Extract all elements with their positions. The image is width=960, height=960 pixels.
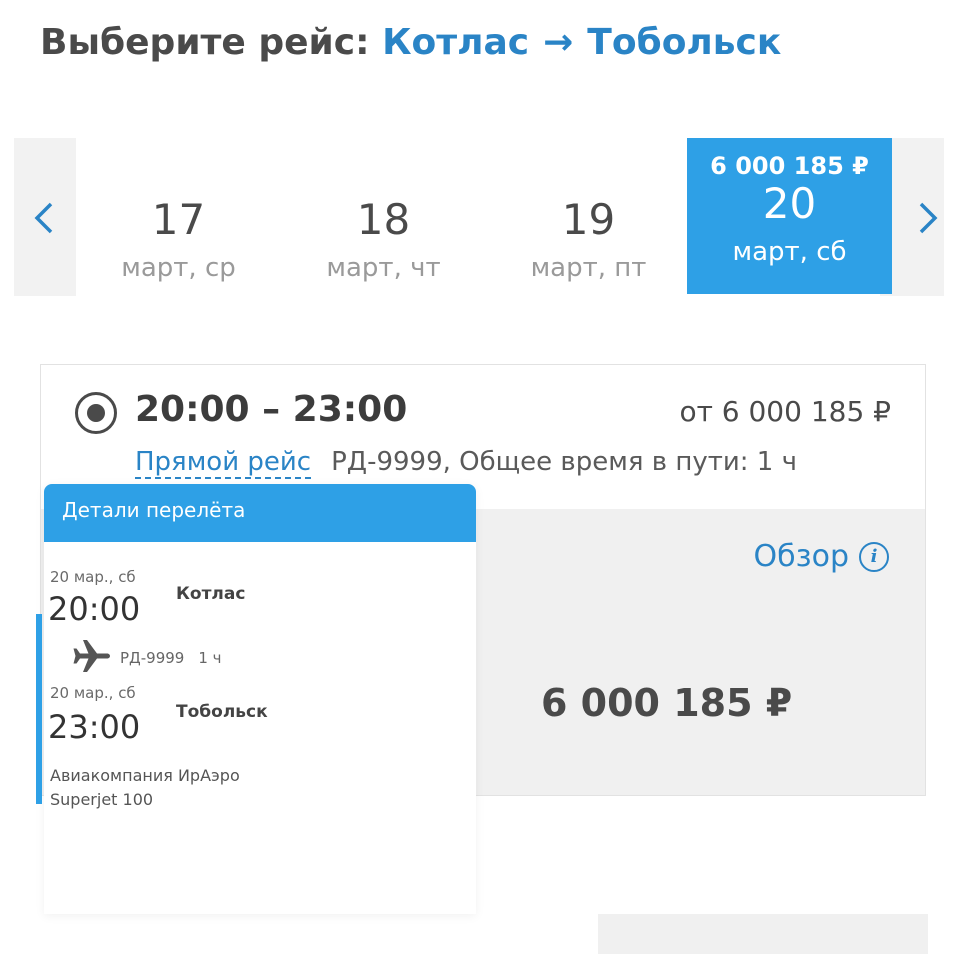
date-weekday: март, чт	[326, 253, 441, 283]
date-cell-18[interactable]: 18 март, чт	[281, 138, 486, 296]
segment-flight-number: РД-9999	[120, 649, 185, 667]
chevron-right-icon-svg	[919, 202, 938, 234]
next-card-stub	[598, 914, 928, 954]
overview-link[interactable]: Обзор i	[754, 539, 889, 574]
overview-label: Обзор	[753, 539, 849, 574]
segment-duration: 1 ч	[198, 649, 222, 667]
flight-time-range: 20:00 – 23:00	[135, 389, 408, 430]
origin-city: Котлас	[382, 22, 530, 63]
date-cells: 17 март, ср 18 март, чт 19 март, пт 6 00…	[76, 138, 892, 296]
date-price	[281, 138, 486, 178]
route-arrow-icon: →	[543, 22, 574, 63]
date-price	[486, 138, 691, 178]
arrival-city: Тобольск	[176, 702, 268, 722]
flight-details-popup: Детали перелёта 20 мар., сб 20:00 Котлас…	[36, 484, 476, 914]
destination-city: Тобольск	[587, 22, 782, 63]
date-weekday: март, ср	[121, 253, 236, 283]
direct-flight-link[interactable]: Прямой рейс	[135, 447, 312, 479]
flight-selection-page: Выберите рейс: Котлас → Тобольск 17 март, …	[0, 0, 960, 960]
date-weekday: март, пт	[530, 253, 647, 283]
flight-subline: Прямой рейс РД-9999, Общее время в пути: …	[135, 447, 797, 479]
date-selector: 17 март, ср 18 март, чт 19 март, пт 6 00…	[14, 138, 944, 296]
date-day: 19	[561, 195, 616, 244]
date-cell-17[interactable]: 17 март, ср	[76, 138, 281, 296]
page-title: Выберите рейс: Котлас → Тобольск	[40, 22, 781, 63]
date-weekday: март, сб	[732, 237, 847, 267]
flight-radio-button[interactable]	[75, 392, 117, 434]
aircraft-type: Superjet 100	[50, 790, 154, 809]
flight-details-text: РД-9999, Общее время в пути: 1 ч	[331, 447, 797, 477]
departure-date: 20 мар., сб	[50, 568, 136, 586]
popup-title: Детали перелёта	[44, 484, 476, 542]
date-day: 17	[151, 195, 206, 244]
airplane-icon	[72, 636, 112, 680]
date-day: 18	[356, 195, 411, 244]
departure-time: 20:00	[48, 590, 141, 628]
date-day: 20	[762, 179, 817, 228]
flight-segment: РД-9999 1 ч	[72, 636, 222, 680]
chevron-left-icon[interactable]	[24, 188, 64, 248]
info-icon: i	[859, 541, 889, 572]
chevron-right-icon[interactable]	[908, 188, 948, 248]
arrival-date: 20 мар., сб	[50, 684, 136, 702]
timeline-bar	[36, 614, 42, 804]
date-price	[76, 138, 281, 178]
title-prefix: Выберите рейс:	[40, 22, 370, 63]
fare-price: 6 000 185 ₽	[541, 681, 793, 725]
date-cell-20-selected[interactable]: 6 000 185 ₽ 20 март, сб	[687, 138, 892, 294]
chevron-left-icon-svg	[34, 202, 53, 234]
arrival-time: 23:00	[48, 708, 141, 746]
date-cell-19[interactable]: 19 март, пт	[486, 138, 691, 296]
airline-name: Авиакомпания ИрАэро	[50, 766, 240, 785]
date-price: 6 000 185 ₽	[710, 152, 869, 180]
flight-from-price: от 6 000 185 ₽	[679, 395, 891, 428]
departure-city: Котлас	[176, 584, 246, 604]
